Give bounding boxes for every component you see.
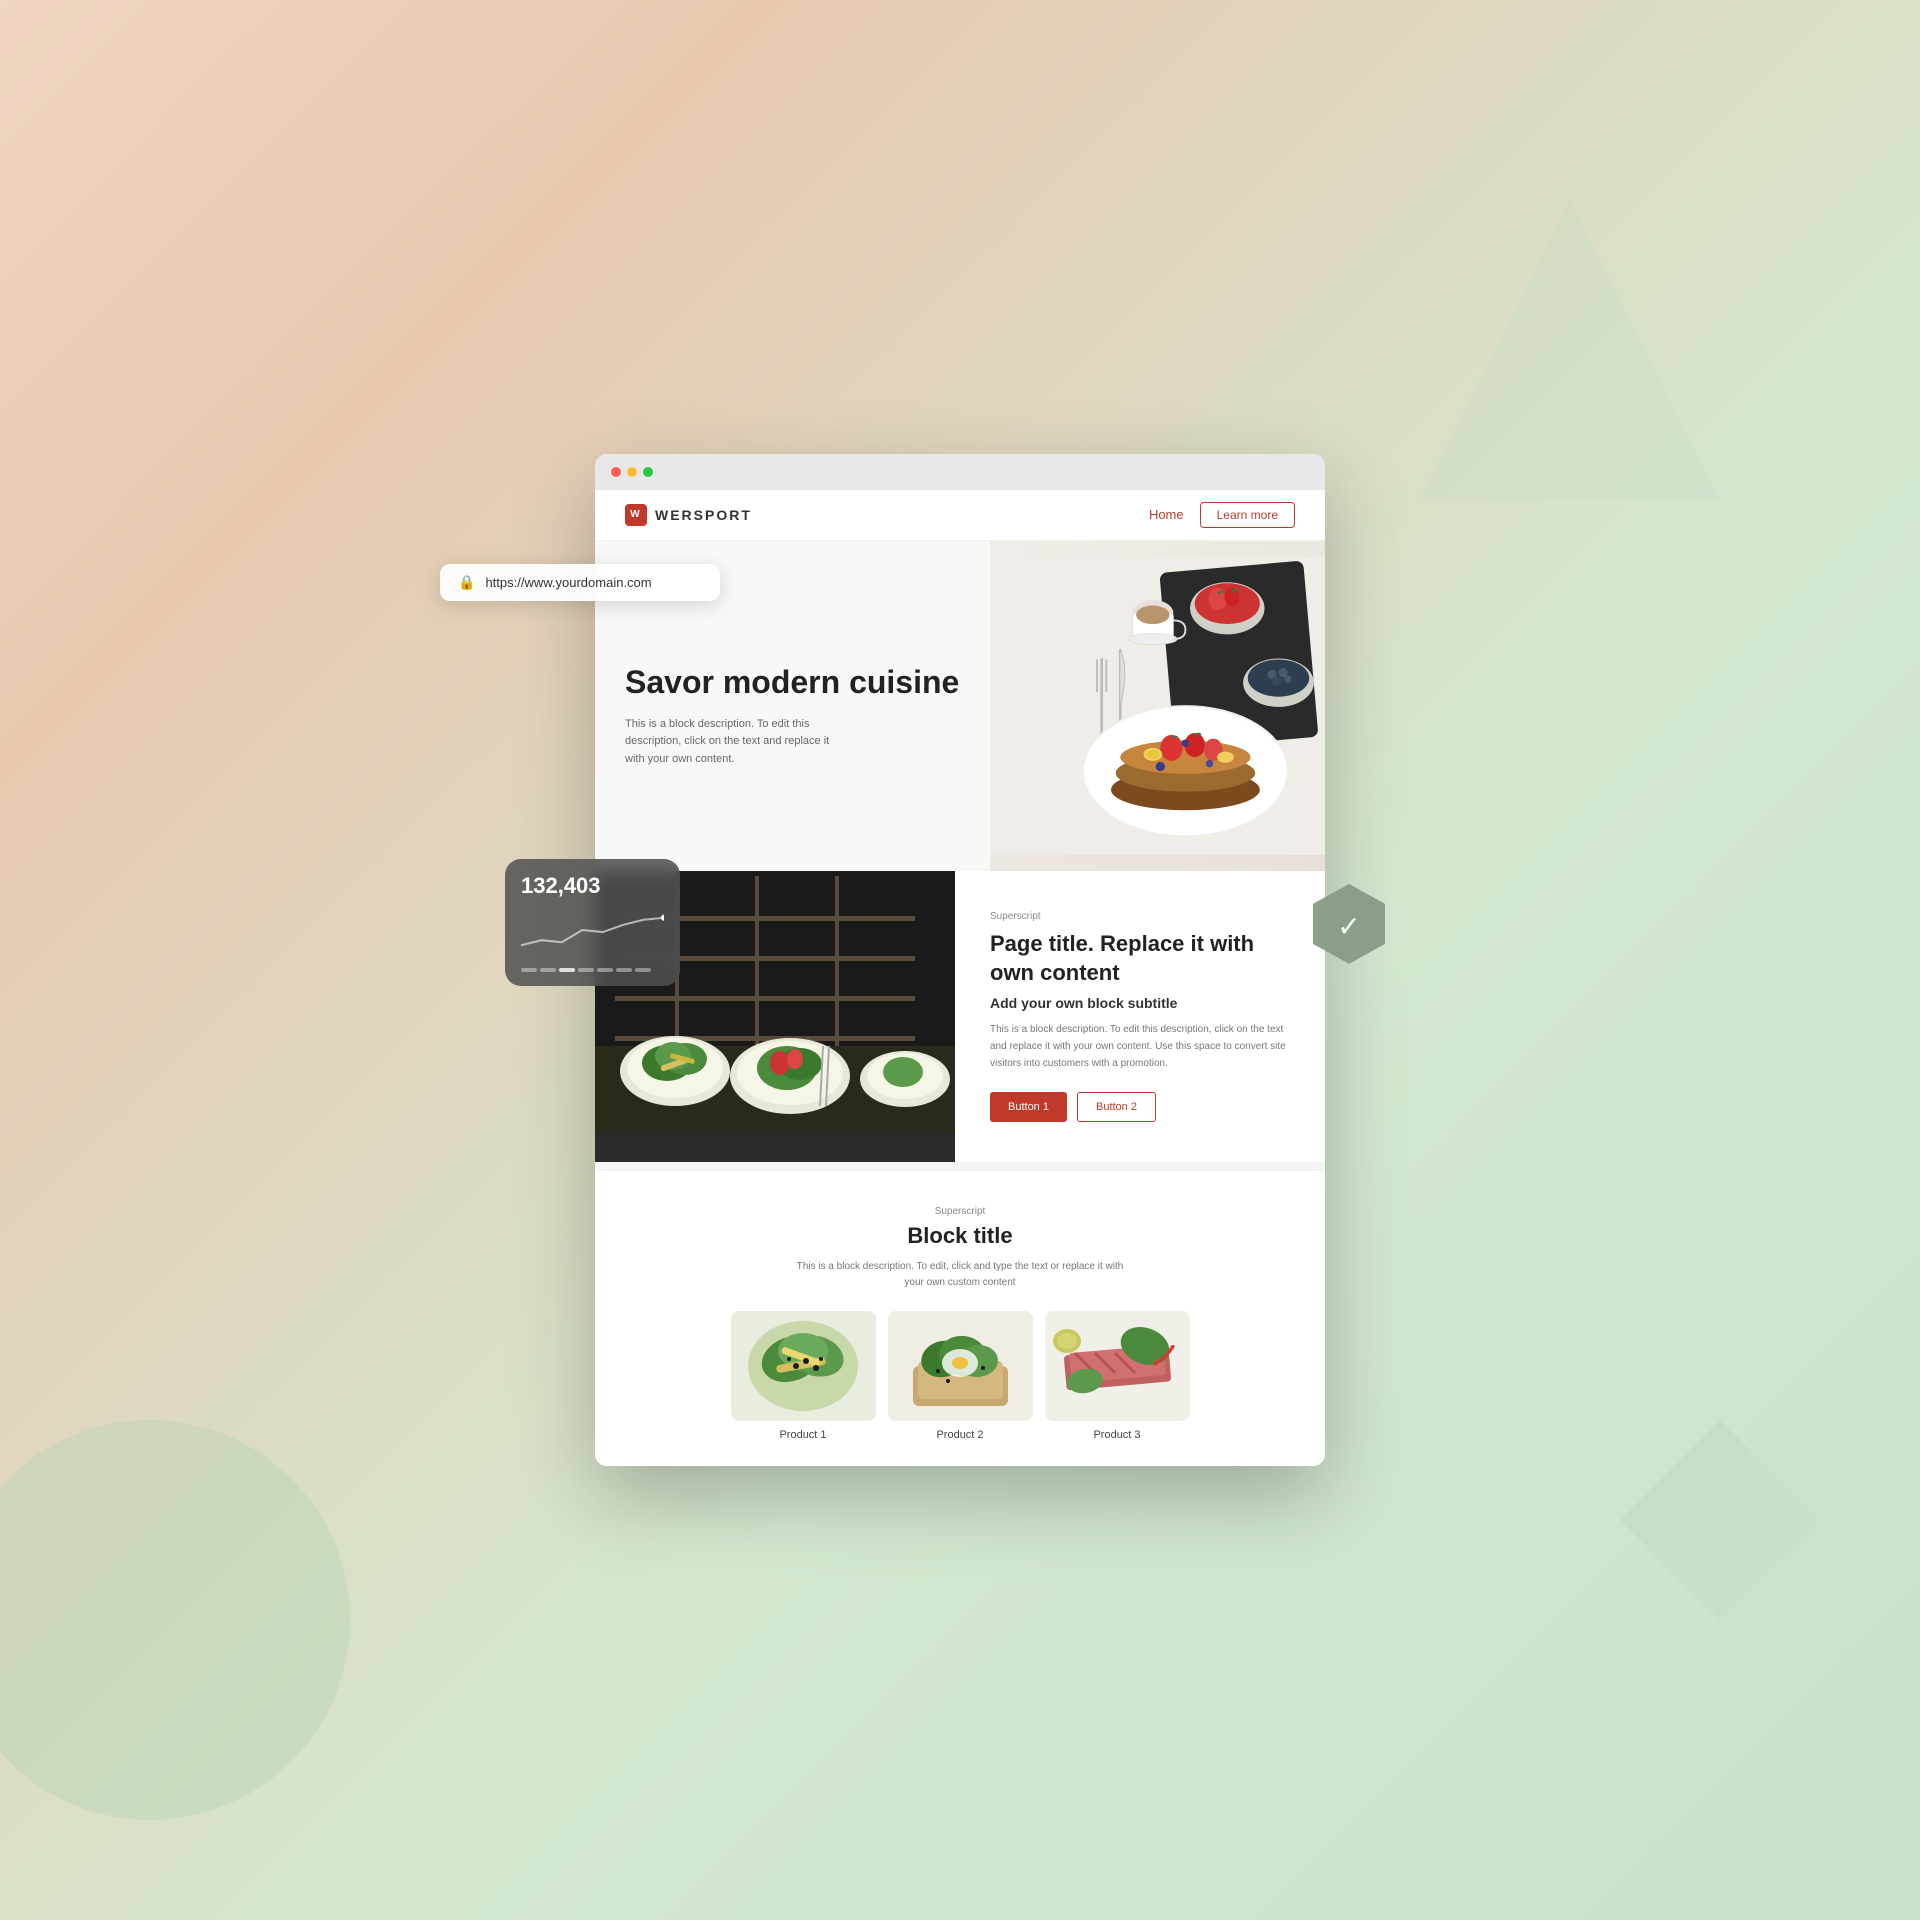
analytics-chart: [521, 905, 664, 955]
content-text: Superscript Page title. Replace it with …: [955, 871, 1325, 1162]
hero-title: Savor modern cuisine: [625, 663, 960, 701]
nav-home-link[interactable]: Home: [1149, 507, 1184, 522]
maximize-button[interactable]: [643, 467, 653, 477]
product-card-3: Product 3: [1045, 1311, 1190, 1441]
section-divider: [595, 1162, 1325, 1170]
url-text: https://www.yourdomain.com: [485, 575, 651, 590]
dot-7: [635, 968, 651, 972]
logo-letter: W: [630, 509, 641, 520]
bg-shape-2: [1420, 200, 1720, 500]
block-title: Block title: [625, 1223, 1295, 1249]
dot-6: [616, 968, 632, 972]
product-image-3: [1045, 1311, 1190, 1421]
button-group: Button 1 Button 2: [990, 1092, 1290, 1122]
content-subtitle: Add your own block subtitle: [990, 995, 1290, 1011]
block-description: This is a block description. To edit, cl…: [790, 1259, 1130, 1291]
content-superscript: Superscript: [990, 911, 1290, 922]
analytics-dots: [521, 968, 664, 972]
hero-image: [990, 541, 1325, 871]
product-image-1: [731, 1311, 876, 1421]
navbar: W WERSPORT Home Learn more: [595, 490, 1325, 541]
analytics-number: 132,403: [521, 873, 664, 899]
button-1[interactable]: Button 1: [990, 1092, 1067, 1122]
nav-links: Home Learn more: [1149, 502, 1295, 528]
dot-2: [540, 968, 556, 972]
dot-3: [559, 968, 575, 972]
lock-icon: 🔒: [458, 574, 475, 591]
content-section: Superscript Page title. Replace it with …: [595, 871, 1325, 1162]
browser-topbar: [595, 454, 1325, 490]
bg-shape-3: [1620, 1420, 1820, 1620]
url-bar: 🔒 https://www.yourdomain.com: [440, 564, 720, 601]
nav-logo: W WERSPORT: [625, 504, 752, 526]
learn-more-button[interactable]: Learn more: [1200, 502, 1295, 528]
block-superscript: Superscript: [625, 1206, 1295, 1217]
product-3-svg: [1045, 1311, 1190, 1421]
website-content: W WERSPORT Home Learn more Savor modern …: [595, 490, 1325, 1466]
dot-4: [578, 968, 594, 972]
product-image-2: [888, 1311, 1033, 1421]
shield-check-icon: ✓: [1337, 910, 1360, 943]
product-card-1: Product 1: [731, 1311, 876, 1441]
logo-icon: W: [625, 504, 647, 526]
logo-text: WERSPORT: [655, 507, 752, 523]
dot-1: [521, 968, 537, 972]
analytics-widget: 132,403: [505, 859, 680, 986]
close-button[interactable]: [611, 467, 621, 477]
product-card-2: Product 2: [888, 1311, 1033, 1441]
product-name-3: Product 3: [1045, 1429, 1190, 1441]
content-description: This is a block description. To edit thi…: [990, 1021, 1290, 1072]
browser-window: 🔒 https://www.yourdomain.com 132,403 ✓: [595, 454, 1325, 1466]
button-2[interactable]: Button 2: [1077, 1092, 1156, 1122]
hero-food-image: [990, 541, 1325, 871]
dot-5: [597, 968, 613, 972]
minimize-button[interactable]: [627, 467, 637, 477]
product-name-1: Product 1: [731, 1429, 876, 1441]
food-scene-svg: [990, 546, 1325, 866]
bg-shape-1: [0, 1420, 350, 1820]
product-1-svg: [731, 1311, 876, 1421]
window-controls: [611, 467, 653, 477]
hero-description: This is a block description. To edit thi…: [625, 716, 845, 769]
product-2-svg: [888, 1311, 1033, 1421]
product-name-2: Product 2: [888, 1429, 1033, 1441]
content-title: Page title. Replace it with own content: [990, 930, 1290, 987]
product-grid: Product 1: [625, 1311, 1295, 1441]
block-section: Superscript Block title This is a block …: [595, 1170, 1325, 1466]
